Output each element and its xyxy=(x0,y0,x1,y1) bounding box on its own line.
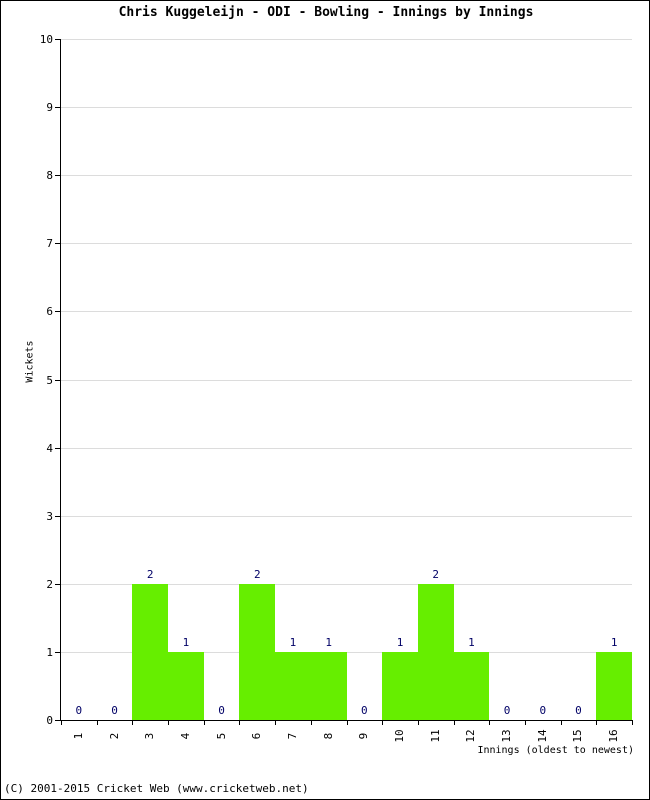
y-tick-label-wrap: 10 xyxy=(1,34,53,45)
bar-value-label: 0 xyxy=(503,704,511,717)
y-tick-label-wrap: 4 xyxy=(1,443,53,454)
bar-value-label: 2 xyxy=(146,567,154,581)
bar-value-label: 0 xyxy=(361,704,368,717)
y-tick-label-wrap: 9 xyxy=(1,102,53,113)
x-tick-label: 15 xyxy=(571,729,585,743)
x-tick-label: 2 xyxy=(107,732,121,740)
bar-value-label: 1 xyxy=(610,635,618,649)
copyright-footer: (C) 2001-2015 Cricket Web (www.cricketwe… xyxy=(4,782,309,795)
y-tick-label: 0 xyxy=(46,714,53,727)
y-tick-label: 6 xyxy=(46,305,53,319)
bar-value-label: 1 xyxy=(289,635,297,649)
y-tick-label: 7 xyxy=(46,237,53,251)
chart-page: Chris Kuggeleijn - ODI - Bowling - Innin… xyxy=(0,0,650,800)
x-tick-label: 8 xyxy=(321,732,335,740)
y-tick-label: 9 xyxy=(46,101,53,115)
x-tick-label: 7 xyxy=(285,732,299,740)
gridline xyxy=(61,720,632,721)
x-tick-label: 5 xyxy=(214,732,228,740)
y-tick-label-wrap: 0 xyxy=(1,715,53,726)
y-tick-label: 2 xyxy=(46,577,53,591)
y-tick-label-wrap: 1 xyxy=(1,647,53,658)
y-tick-label: 10 xyxy=(39,33,53,46)
plot-area: 0 0 2 1 0 2 1 1 0 1 2 1 0 0 0 1 xyxy=(61,39,632,721)
bar-value-label: 0 xyxy=(75,704,83,717)
y-tick-label: 1 xyxy=(46,645,53,659)
bar-value-label: 2 xyxy=(432,567,440,581)
x-tick-label: 12 xyxy=(464,729,478,743)
y-axis-title: Wickets xyxy=(24,340,36,383)
x-tick-mark xyxy=(632,720,633,725)
bar-value-label: 0 xyxy=(575,704,582,717)
y-tick-label: 3 xyxy=(46,509,53,523)
bar-value-label: 1 xyxy=(396,635,404,649)
page-title: Chris Kuggeleijn - ODI - Bowling - Innin… xyxy=(118,5,534,20)
x-tick-label: 3 xyxy=(143,732,157,740)
x-axis-title: Innings (oldest to newest) xyxy=(477,745,634,756)
x-tick-label: 1 xyxy=(71,732,85,740)
bar-value-label: 1 xyxy=(468,635,475,649)
y-tick-label-wrap: 8 xyxy=(1,170,53,181)
y-tick-label-wrap: 7 xyxy=(1,238,53,249)
x-tick-label: 6 xyxy=(250,732,264,740)
y-tick-label-wrap: 2 xyxy=(1,579,53,590)
bar-value-label: 0 xyxy=(111,704,118,717)
bar-value-label: 1 xyxy=(325,635,332,649)
x-tick-label: 10 xyxy=(393,729,407,743)
x-tick-label: 11 xyxy=(428,729,442,743)
x-tick-label: 16 xyxy=(607,729,621,743)
x-tick-label: 13 xyxy=(500,729,514,743)
bar-value-labels: 0 0 2 1 0 2 1 1 0 1 2 1 0 0 0 1 xyxy=(61,39,632,720)
bar-value-label: 1 xyxy=(182,635,190,649)
x-tick-label: 4 xyxy=(178,732,192,740)
x-tick-label: 14 xyxy=(535,729,549,743)
x-tick-label: 9 xyxy=(357,732,371,740)
y-tick-label-wrap: 3 xyxy=(1,511,53,522)
bar-value-label: 0 xyxy=(539,704,547,717)
y-tick-label-wrap: 6 xyxy=(1,306,53,317)
bar-value-label: 0 xyxy=(218,704,225,717)
bar-value-label: 2 xyxy=(253,567,261,581)
y-tick-label: 4 xyxy=(46,441,53,455)
y-tick-label: 8 xyxy=(46,169,53,183)
